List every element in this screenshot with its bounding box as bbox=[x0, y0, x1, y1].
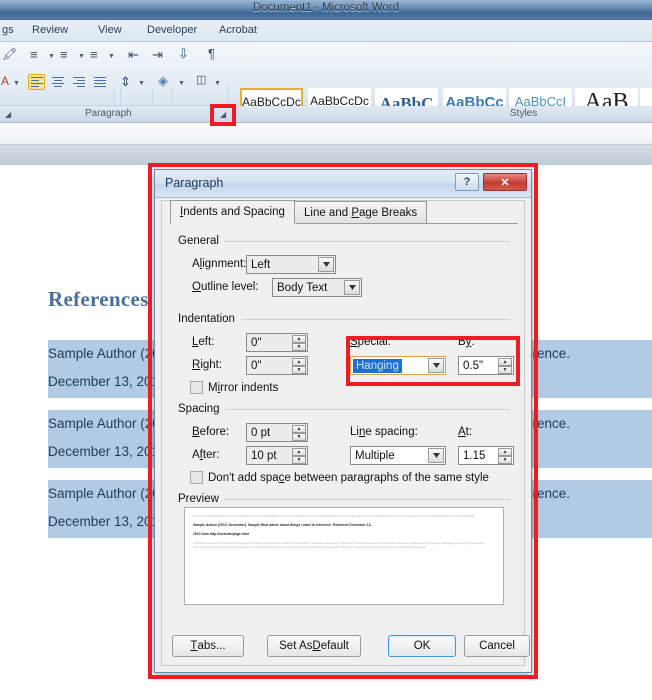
section-label-preview: Preview bbox=[178, 493, 224, 505]
group-label-styles: Styles bbox=[510, 108, 538, 119]
font-dialog-launcher-icon[interactable]: ◢ bbox=[5, 110, 11, 119]
special-hanging-highlight bbox=[346, 336, 520, 386]
pilcrow-icon[interactable]: ¶ bbox=[208, 47, 215, 60]
tab-label: Line and Page Breaks bbox=[304, 206, 418, 219]
multilevel-chevron-down-icon[interactable]: ▼ bbox=[108, 53, 115, 60]
bullet-list-icon[interactable]: ≡ bbox=[30, 48, 38, 61]
align-right-button[interactable] bbox=[70, 74, 87, 90]
line-spacing-icon[interactable]: ⇕ bbox=[120, 75, 131, 88]
numbering-chevron-down-icon[interactable]: ▼ bbox=[78, 53, 85, 60]
section-label-general: General bbox=[178, 235, 224, 247]
ribbon-tab-strip: gs Review View Developer Acrobat bbox=[0, 20, 652, 42]
tab-label: Indents and Spacing bbox=[180, 206, 285, 218]
text-color-icon[interactable]: A bbox=[1, 75, 9, 87]
sort-icon[interactable]: ⇩ bbox=[178, 47, 189, 60]
tab-indents-and-spacing[interactable]: Indents and Spacing bbox=[170, 200, 295, 224]
ribbon-content: 🖍 A ▼ ≡ ▼ ≡ ▼ ≡ ▼ ⇤ ⇥ ⇩ ¶ ⇕ ▼ ◈ ▼ ◫ ▼ Aa… bbox=[0, 42, 652, 148]
horizontal-ruler[interactable]: 1 2 3 4 5 bbox=[0, 123, 652, 263]
section-label-indentation: Indentation bbox=[178, 313, 240, 325]
ribbon-group-labels: Paragraph Styles ◢ ◢ bbox=[0, 106, 652, 123]
window-title: Document1 - Microsoft Word bbox=[252, 2, 400, 14]
ribbon-tab-mailings[interactable]: gs bbox=[0, 23, 20, 37]
line-spacing-chevron-down-icon[interactable]: ▼ bbox=[138, 80, 145, 87]
numbered-list-icon[interactable]: ≡ bbox=[60, 48, 68, 61]
align-center-icon bbox=[51, 75, 64, 88]
align-center-button[interactable] bbox=[49, 74, 66, 90]
align-left-button[interactable] bbox=[28, 74, 45, 90]
borders-chevron-down-icon[interactable]: ▼ bbox=[214, 80, 221, 87]
tab-line-and-page-breaks[interactable]: Line and Page Breaks bbox=[294, 201, 428, 223]
shading-chevron-down-icon[interactable]: ▼ bbox=[178, 80, 185, 87]
paragraph-dialog-launcher-highlight bbox=[210, 104, 236, 126]
document-heading-references: References bbox=[48, 287, 149, 311]
increase-indent-icon[interactable]: ⇥ bbox=[152, 48, 163, 61]
group-label-paragraph: Paragraph bbox=[85, 108, 132, 119]
decrease-indent-icon[interactable]: ⇤ bbox=[128, 48, 139, 61]
ribbon-tab-review[interactable]: Review bbox=[26, 23, 74, 37]
borders-icon[interactable]: ◫ bbox=[196, 75, 206, 86]
justify-button[interactable] bbox=[91, 74, 108, 90]
format-painter-icon[interactable]: 🖍 bbox=[2, 48, 17, 60]
ribbon-tab-view[interactable]: View bbox=[92, 23, 128, 37]
bullets-chevron-down-icon[interactable]: ▼ bbox=[48, 53, 55, 60]
ruler-lower-strip bbox=[0, 145, 652, 165]
chevron-down-icon[interactable]: ▼ bbox=[13, 80, 20, 87]
align-right-icon bbox=[72, 75, 85, 88]
ribbon-tab-developer[interactable]: Developer bbox=[141, 23, 203, 37]
ribbon-tab-acrobat[interactable]: Acrobat bbox=[213, 23, 263, 37]
justify-icon bbox=[93, 75, 106, 88]
align-left-icon bbox=[30, 75, 43, 88]
shading-icon[interactable]: ◈ bbox=[158, 74, 168, 87]
section-label-spacing: Spacing bbox=[178, 403, 225, 415]
multilevel-list-icon[interactable]: ≡ bbox=[90, 48, 98, 61]
